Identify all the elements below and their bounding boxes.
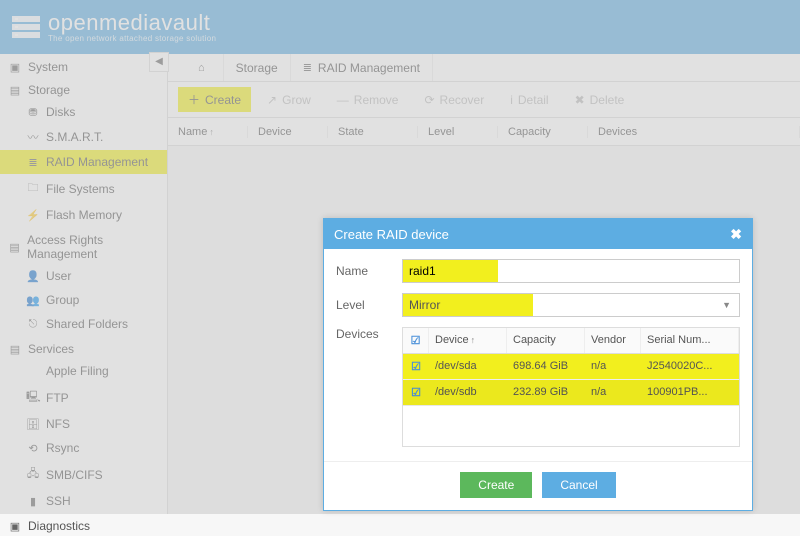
name-input[interactable] — [403, 260, 498, 282]
sort-asc-icon: ↑ — [471, 335, 476, 345]
checkbox-icon[interactable]: ☑ — [411, 361, 421, 373]
plus-icon: ▣ — [8, 520, 22, 533]
name-label: Name — [336, 264, 402, 278]
col-capacity[interactable]: Capacity — [507, 328, 585, 353]
checkbox-icon: ☑ — [411, 335, 421, 347]
modal-body: Name Level Mirror ▼ Devices ☑ Device↑ Ca… — [324, 249, 752, 461]
cell-device: /dev/sda — [429, 354, 507, 379]
col-serial[interactable]: Serial Num... — [641, 328, 739, 353]
modal-footer: Create Cancel — [324, 461, 752, 510]
cell-capacity: 698.64 GiB — [507, 354, 585, 379]
cell-serial: 100901PB... — [641, 380, 739, 405]
table-row[interactable]: ☑ /dev/sdb 232.89 GiB n/a 100901PB... — [403, 380, 739, 406]
modal-header: Create RAID device ✖ — [324, 219, 752, 249]
cell-capacity: 232.89 GiB — [507, 380, 585, 405]
close-icon[interactable]: ✖ — [730, 226, 742, 243]
table-empty-space — [403, 406, 739, 446]
modal-title: Create RAID device — [334, 227, 449, 242]
level-select[interactable]: Mirror ▼ — [402, 293, 740, 317]
level-label: Level — [336, 298, 402, 312]
create-raid-modal: Create RAID device ✖ Name Level Mirror ▼… — [323, 218, 753, 511]
chevron-down-icon[interactable]: ▼ — [714, 296, 739, 314]
devices-label: Devices — [336, 327, 402, 341]
cell-vendor: n/a — [585, 380, 641, 405]
col-vendor[interactable]: Vendor — [585, 328, 641, 353]
level-value: Mirror — [403, 294, 533, 316]
sidebar-group-diagnostics[interactable]: ▣Diagnostics — [0, 513, 167, 536]
col-check[interactable]: ☑ — [403, 328, 429, 353]
cell-device: /dev/sdb — [429, 380, 507, 405]
table-row[interactable]: ☑ /dev/sda 698.64 GiB n/a J2540020C... — [403, 354, 739, 380]
col-device[interactable]: Device↑ — [429, 328, 507, 353]
checkbox-icon[interactable]: ☑ — [411, 387, 421, 399]
create-button[interactable]: Create — [460, 472, 532, 498]
devices-table-header: ☑ Device↑ Capacity Vendor Serial Num... — [403, 328, 739, 354]
cancel-button[interactable]: Cancel — [542, 472, 615, 498]
devices-table: ☑ Device↑ Capacity Vendor Serial Num... … — [402, 327, 740, 447]
cell-serial: J2540020C... — [641, 354, 739, 379]
cell-vendor: n/a — [585, 354, 641, 379]
